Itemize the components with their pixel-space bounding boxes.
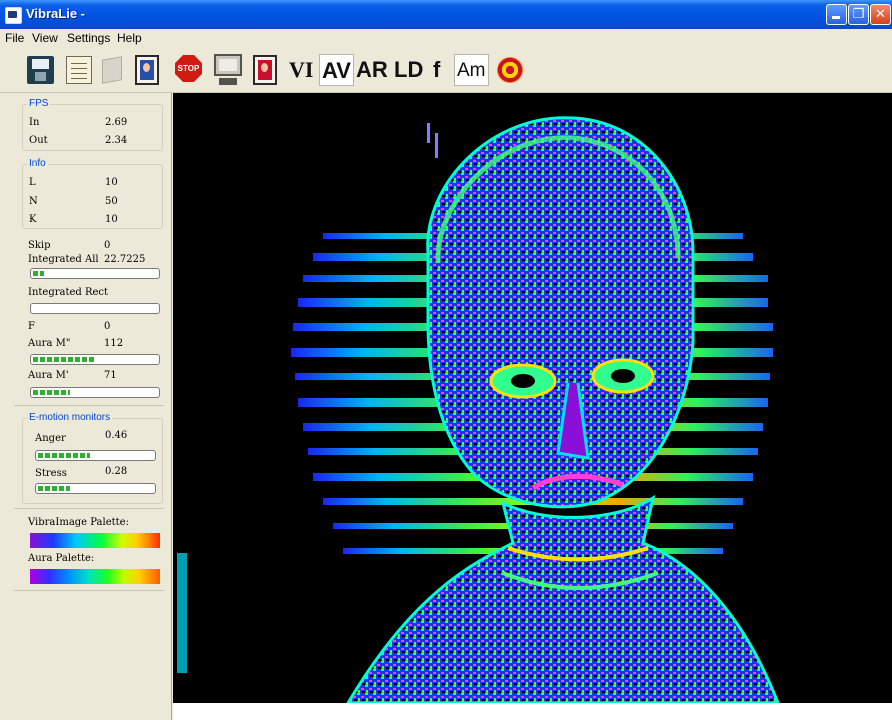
divider [14, 405, 164, 406]
menu-view[interactable]: View [32, 31, 58, 45]
save-icon[interactable] [27, 56, 54, 84]
f-label: F [28, 321, 35, 332]
info-k-value: 10 [105, 214, 118, 225]
app-icon[interactable] [5, 7, 22, 24]
vibraimage-frame [177, 116, 780, 703]
document-icon[interactable] [66, 56, 92, 84]
vibra-palette-swatch [30, 533, 160, 548]
portrait-blue-icon[interactable] [135, 55, 159, 85]
fps-in-label: In [29, 117, 40, 128]
anger-bar [35, 450, 156, 461]
f-button[interactable]: f [433, 54, 440, 86]
close-button[interactable]: ✕ [870, 4, 891, 25]
info-group: Info L 10 N 50 K 10 [22, 158, 163, 229]
ld-button[interactable]: LD [394, 54, 423, 86]
aura-m2-value: 112 [104, 338, 124, 349]
info-n-label: N [29, 196, 38, 207]
monitor-icon[interactable] [213, 54, 243, 87]
target-icon[interactable] [497, 57, 523, 83]
minimize-button[interactable] [826, 4, 847, 25]
close-icon: ✕ [875, 7, 886, 22]
skip-value: 0 [104, 240, 111, 251]
fps-group: FPS In 2.69 Out 2.34 [22, 98, 163, 151]
integrated-all-value: 22.7225 [104, 254, 146, 265]
f-value: 0 [104, 321, 111, 332]
anger-label: Anger [35, 433, 66, 444]
info-n-value: 50 [105, 196, 118, 207]
emotion-group: E-motion monitors Anger 0.46 Stress 0.28 [22, 412, 163, 504]
aura-m1-value: 71 [104, 370, 117, 381]
aura-palette-swatch [30, 569, 160, 584]
vibra-palette-label: VibraImage Palette: [28, 517, 129, 528]
fps-in-value: 2.69 [105, 117, 128, 128]
aura-m2-bar [30, 354, 160, 365]
info-l-label: L [29, 177, 36, 188]
side-panel: FPS In 2.69 Out 2.34 Info L 10 N 50 K 10… [0, 93, 172, 720]
stress-label: Stress [35, 468, 67, 479]
portrait-red-icon[interactable] [253, 55, 277, 85]
divider [14, 508, 164, 509]
info-legend: Info [27, 158, 48, 169]
menu-bar: File View Settings Help [0, 29, 892, 48]
vi-button[interactable]: VI [289, 54, 313, 86]
menu-file[interactable]: File [5, 31, 24, 45]
integrated-all-bar [30, 268, 160, 279]
stress-value: 0.28 [105, 466, 128, 477]
divider [14, 590, 164, 591]
am-button[interactable]: Am [454, 54, 489, 86]
menu-settings[interactable]: Settings [67, 31, 110, 45]
aura-m2-label: Aura M" [28, 338, 71, 349]
minimize-icon [827, 5, 846, 24]
skip-label: Skip [28, 240, 51, 251]
integrated-rect-label: Integrated Rect [28, 287, 109, 298]
menu-help[interactable]: Help [117, 31, 142, 45]
aura-m1-bar [30, 387, 160, 398]
stop-icon[interactable]: STOP [175, 55, 202, 82]
info-l-value: 10 [105, 177, 118, 188]
integrated-rect-bar [30, 303, 160, 314]
maximize-button[interactable]: ❐ [848, 4, 869, 25]
aura-m1-label: Aura M' [28, 370, 69, 381]
info-k-label: K [29, 214, 37, 225]
fps-legend: FPS [27, 98, 51, 109]
stress-bar [35, 483, 156, 494]
emotion-legend: E-motion monitors [27, 412, 113, 423]
restore-icon: ❐ [852, 7, 865, 22]
av-button[interactable]: AV [319, 54, 354, 86]
pages-icon[interactable] [102, 56, 122, 84]
fps-out-value: 2.34 [105, 135, 128, 146]
vibraimage-view[interactable] [173, 93, 892, 703]
fps-out-label: Out [29, 135, 48, 146]
integrated-all-label: Integrated All [28, 254, 99, 265]
ar-button[interactable]: AR [356, 54, 388, 86]
aura-palette-label: Aura Palette: [28, 553, 95, 564]
title-bar: VibraLie - ❐ ✕ [0, 0, 892, 29]
status-strip [173, 703, 892, 720]
anger-value: 0.46 [105, 430, 128, 441]
window-title: VibraLie - [26, 6, 86, 21]
toolbar: STOP VI AV AR LD f Am [0, 48, 892, 93]
